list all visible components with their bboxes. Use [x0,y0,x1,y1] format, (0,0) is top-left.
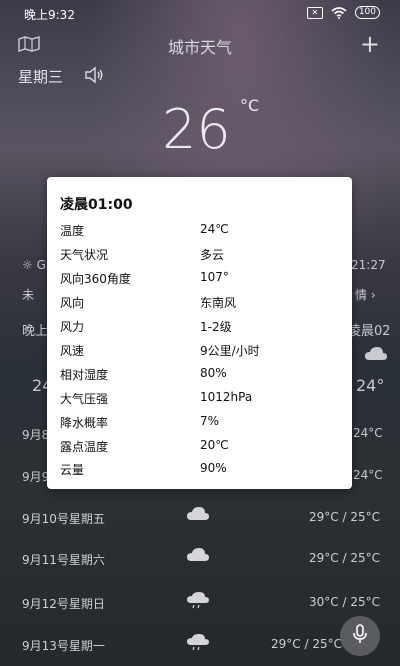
daily-date: 9月12号星期日 [22,597,105,611]
detail-value: 80% [200,366,227,380]
detail-label: 风向360角度 [60,272,131,286]
cloudy-rain-icon [186,633,210,654]
daily-date: 9月10号星期五 [22,512,105,526]
detail-value: 东南风 [200,296,237,310]
cloudy-rain-icon [186,591,210,612]
detail-row: 降水概率 7% [60,414,340,434]
detail-label: 大气压强 [60,392,109,406]
detail-value: 7% [200,414,220,428]
add-city-button[interactable]: + [360,32,380,56]
aqi-info: 未 [22,288,35,302]
daily-range: 29°C / 25°C [271,637,342,651]
status-bar: 晚上9:32 ✕ 100 [0,0,400,26]
hourly-detail-dialog: 凌晨01:00 温度 24℃ 天气状况 多云 风向360角度 107° 风向 东… [47,177,352,489]
temperature-unit: °C [240,96,260,115]
hourly-temp-right: 24° [356,376,385,395]
detail-row: 天气状况 多云 [60,246,340,266]
detail-label: 温度 [60,224,85,238]
detail-label: 露点温度 [60,440,109,454]
daily-date: 9月11号星期六 [22,553,105,567]
detail-label: 天气状况 [60,248,109,262]
cloud-icon [364,346,388,366]
daily-row[interactable]: 9月13号星期一 29°C / 25°C [22,634,382,657]
current-temperature: 26 [162,98,231,161]
sim-icon: ✕ [306,6,323,19]
detail-value: 107° [200,270,229,284]
detail-label: 风向 [60,296,85,310]
detail-row: 相对湿度 80% [60,366,340,386]
detail-row: 风向 东南风 [60,294,340,314]
detail-label: 风速 [60,344,85,358]
daily-row[interactable]: 9月12号星期日 30°C / 25°C [22,592,382,615]
status-time: 晚上9:32 [24,8,75,22]
daily-row[interactable]: 9月10号星期五 29°C / 25°C [22,507,382,530]
detail-label: 云量 [60,463,85,477]
weekday-label: 星期三 [18,68,64,86]
speaker-icon[interactable] [84,66,104,88]
battery-icon: 100 [354,6,380,19]
daily-date: 9月13号星期一 [22,639,105,653]
detail-row: 风力 1-2级 [60,318,340,338]
detail-value: 24℃ [200,222,229,236]
detail-label: 降水概率 [60,416,109,430]
detail-value: 20℃ [200,438,229,452]
page-title: 城市天气 [167,38,232,57]
daily-range: 29°C / 25°C [309,551,380,565]
daily-date-partial: 9月8 [22,428,50,442]
sunset-time: 21:27 [351,258,386,272]
detail-row: 大气压强 1012hPa [60,390,340,410]
detail-row: 云量 90% [60,461,340,481]
detail-row: 风向360角度 107° [60,270,340,290]
cloud-icon [186,547,210,566]
sunrise-info: ☼ G [22,258,46,272]
mic-icon [352,624,368,648]
status-icons: ✕ 100 [306,6,380,19]
hourly-label-left: 晚上 [22,324,49,339]
aqi-detail-link[interactable]: 情 › [355,286,376,303]
detail-label: 风力 [60,320,85,334]
daily-range-partial: 24°C [353,426,383,440]
cloud-icon [186,506,210,525]
dialog-title: 凌晨01:00 [60,197,133,213]
detail-value: 9公里/小时 [200,344,260,358]
daily-range: 30°C / 25°C [309,595,380,609]
detail-value: 1012hPa [200,390,253,404]
daily-range-partial: 24°C [353,468,383,482]
daily-range: 29°C / 25°C [309,510,380,524]
detail-value: 多云 [200,248,225,262]
wifi-icon [331,6,347,19]
detail-label: 相对湿度 [60,368,109,382]
hourly-label-right: 凌晨02 [348,324,391,339]
daily-date-partial: 9月9 [22,470,50,484]
detail-value: 1-2级 [200,320,232,334]
detail-row: 露点温度 20℃ [60,438,340,458]
detail-row: 风速 9公里/小时 [60,342,340,362]
detail-row: 温度 24℃ [60,222,340,242]
daily-row[interactable]: 9月11号星期六 29°C / 25°C [22,548,382,571]
detail-value: 90% [200,461,227,475]
voice-button[interactable] [340,616,380,656]
